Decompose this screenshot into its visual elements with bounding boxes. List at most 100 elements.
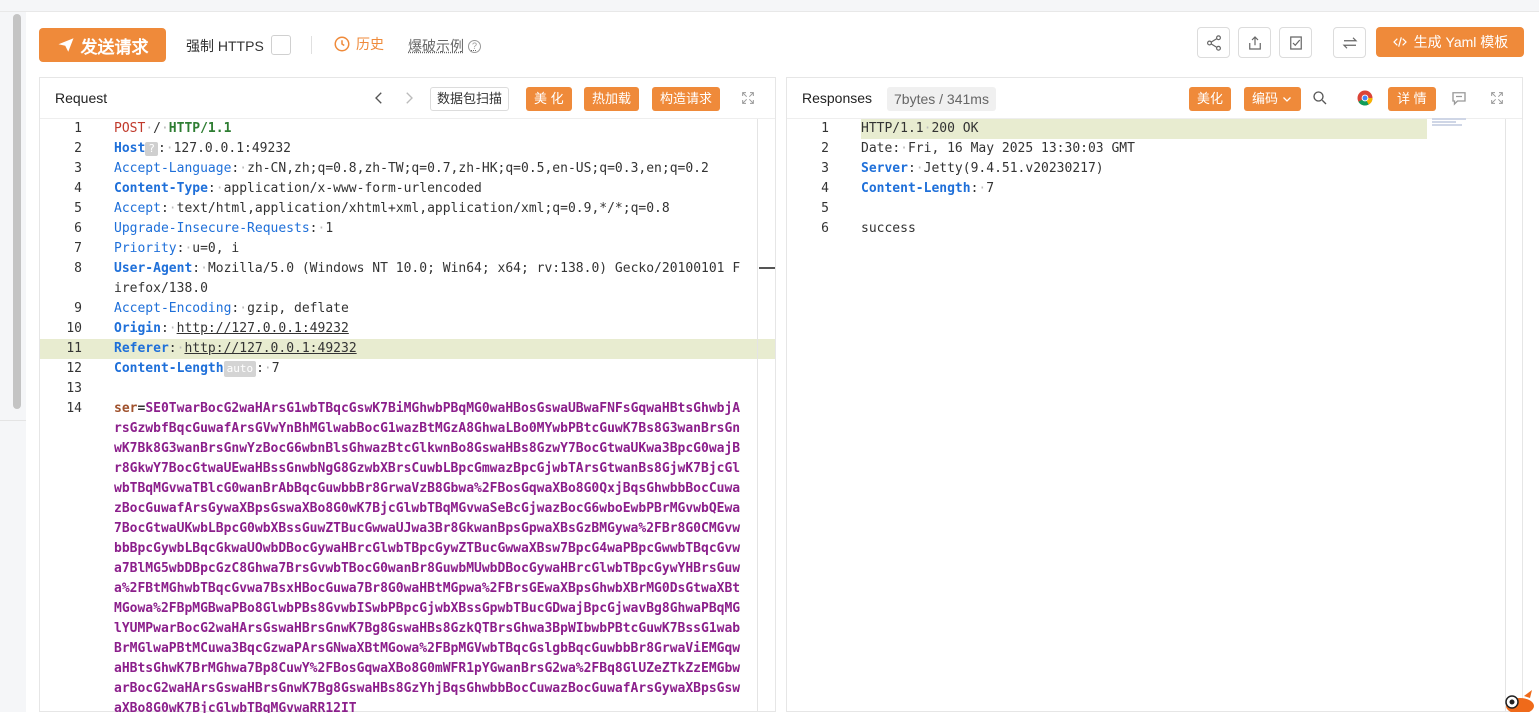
- page-scrollbar[interactable]: [13, 14, 21, 409]
- code-line: 12 Content-Length auto:·7: [40, 359, 775, 379]
- line-number: 12: [66, 361, 82, 376]
- import-button[interactable]: [1279, 27, 1312, 58]
- chevron-right-icon: [406, 92, 413, 104]
- send-request-button[interactable]: 发送请求: [39, 28, 166, 62]
- code-line: 4 Content-Type:·application/x-www-form-u…: [40, 179, 775, 199]
- http-method: POST: [114, 121, 146, 136]
- header-key: Server: [861, 161, 908, 176]
- toolbar: 发送请求 强制 HTTPS 历史 爆破示例 ? 生成 Yaml 模板: [26, 12, 1539, 76]
- paper-plane-icon: [58, 38, 73, 52]
- request-title: Request: [55, 90, 108, 106]
- response-beautify-button[interactable]: 美化: [1189, 87, 1232, 111]
- request-header: Request 数据包扫描 美 化 热加载 构造请求: [40, 78, 775, 119]
- force-https-checkbox[interactable]: [271, 35, 291, 55]
- encoding-label: 编码: [1252, 91, 1279, 106]
- expand-icon: [742, 92, 754, 104]
- request-panel: Request 数据包扫描 美 化 热加载 构造请求 1 POST·/·HTTP…: [39, 77, 776, 713]
- construct-request-button[interactable]: 构造请求: [652, 87, 721, 111]
- header-key: Accept: [114, 201, 161, 216]
- message-icon: [1452, 92, 1466, 106]
- hotload-button[interactable]: 热加载: [584, 87, 640, 111]
- code-line: 2 Date:·Fri, 16 May 2025 13:30:03 GMT: [787, 139, 1522, 159]
- generate-yaml-button[interactable]: 生成 Yaml 模板: [1376, 27, 1524, 57]
- response-header: Responses 7bytes / 341ms 美化 编码 详 情: [787, 78, 1522, 119]
- response-meta: 7bytes / 341ms: [887, 87, 996, 111]
- encoding-dropdown[interactable]: 编码: [1244, 87, 1302, 111]
- code-line: 7 Priority:·u=0, i: [40, 239, 775, 259]
- code-line: 4 Content-Length:·7: [787, 179, 1522, 199]
- request-editor[interactable]: 1 POST·/·HTTP/1.1 2 Host?:·127.0.0.1:492…: [40, 119, 775, 713]
- header-value: Jetty(9.4.51.v20230217): [923, 161, 1104, 176]
- code-line: 8 User-Agent:·Mozilla/5.0 (Windows NT 10…: [40, 259, 775, 299]
- line-number: 6: [821, 221, 829, 236]
- line-number: 2: [821, 141, 829, 156]
- line-number: 2: [74, 141, 82, 156]
- response-title: Responses: [802, 90, 873, 106]
- expand-icon: [1491, 92, 1503, 104]
- check-box-icon: [1289, 35, 1302, 50]
- header-key: User-Agent: [114, 261, 193, 276]
- header-value: Mozilla/5.0 (Windows NT 10.0; Win64; x64…: [114, 261, 741, 296]
- header-key: Content-Length: [861, 181, 971, 196]
- share-icon: [1206, 34, 1221, 51]
- header-key: Date: [861, 141, 893, 156]
- response-panel: Responses 7bytes / 341ms 美化 编码 详 情 1 HTT…: [786, 77, 1523, 712]
- generate-yaml-label: 生成 Yaml 模板: [1413, 34, 1509, 50]
- export-button[interactable]: [1238, 27, 1271, 58]
- code-line: 6 Upgrade-Insecure-Requests:·1: [40, 219, 775, 239]
- response-search-button[interactable]: [1311, 89, 1329, 107]
- history-label: 历史: [356, 36, 384, 52]
- line-number: 11: [66, 341, 82, 356]
- response-expand-button[interactable]: [1489, 90, 1505, 106]
- header-key: Host: [114, 141, 146, 156]
- param-name: ser: [114, 401, 138, 416]
- header-key: Referer: [114, 341, 169, 356]
- header-value: 7: [986, 181, 995, 196]
- code-line: 2 Host?:·127.0.0.1:49232: [40, 139, 775, 159]
- line-number: 14: [66, 401, 82, 416]
- send-request-label: 发送请求: [80, 37, 149, 57]
- comment-button[interactable]: [1450, 89, 1468, 107]
- code-line-active: 1 HTTP/1.1·200 OK: [787, 119, 1522, 139]
- header-value: zh-CN,zh;q=0.8,zh-TW;q=0.7,zh-HK;q=0.5,e…: [247, 161, 709, 176]
- response-scroll-track[interactable]: [1505, 119, 1506, 711]
- line-number: 4: [74, 181, 82, 196]
- host-help-tag[interactable]: ?: [145, 142, 158, 156]
- line-number: 5: [74, 201, 82, 216]
- detail-button[interactable]: 详 情: [1388, 87, 1436, 111]
- header-key: Accept-Encoding: [114, 301, 232, 316]
- header-key: Origin: [114, 321, 161, 336]
- request-expand-button[interactable]: [740, 90, 756, 106]
- open-in-browser-button[interactable]: [1356, 89, 1374, 107]
- packet-scan-button[interactable]: 数据包扫描: [430, 87, 510, 111]
- header-value: 127.0.0.1:49232: [173, 141, 291, 156]
- request-scroll-thumb[interactable]: [759, 267, 775, 269]
- response-editor[interactable]: 1 HTTP/1.1·200 OK 2 Date:·Fri, 16 May 20…: [787, 119, 1522, 713]
- status-text: 200 OK: [931, 121, 979, 136]
- line-number: 7: [74, 241, 82, 256]
- prev-button[interactable]: [370, 89, 388, 107]
- request-beautify-button[interactable]: 美 化: [526, 87, 572, 111]
- request-path: /: [153, 121, 161, 136]
- next-button[interactable]: [400, 89, 418, 107]
- burst-example-link[interactable]: 爆破示例 ?: [408, 36, 481, 56]
- line-number: 1: [821, 121, 829, 136]
- share-button[interactable]: [1197, 27, 1230, 58]
- code-line: 6 success: [787, 219, 1522, 239]
- code-icon: [1392, 37, 1407, 47]
- code-line: 13: [40, 379, 775, 399]
- header-value: text/html,application/xhtml+xml,applicat…: [176, 201, 670, 216]
- gutter-divider: [0, 420, 26, 421]
- header-value: Fri, 16 May 2025 13:30:03 GMT: [907, 141, 1135, 156]
- swap-button[interactable]: [1333, 27, 1366, 58]
- force-https-label: 强制 HTTPS: [186, 38, 264, 54]
- line-number: 13: [66, 381, 82, 396]
- response-minimap[interactable]: [1432, 118, 1468, 130]
- origin-link[interactable]: http://127.0.0.1:49232: [177, 321, 349, 336]
- request-scroll-track[interactable]: [757, 119, 758, 711]
- referer-link[interactable]: http://127.0.0.1:49232: [184, 341, 356, 356]
- code-line: 14 ser=SE0TwarBocG2waHArsG1wbTBqcGswK7Bi…: [40, 399, 775, 713]
- line-number: 6: [74, 221, 82, 236]
- code-line: 3 Server:·Jetty(9.4.51.v20230217): [787, 159, 1522, 179]
- history-button[interactable]: 历史: [333, 34, 384, 54]
